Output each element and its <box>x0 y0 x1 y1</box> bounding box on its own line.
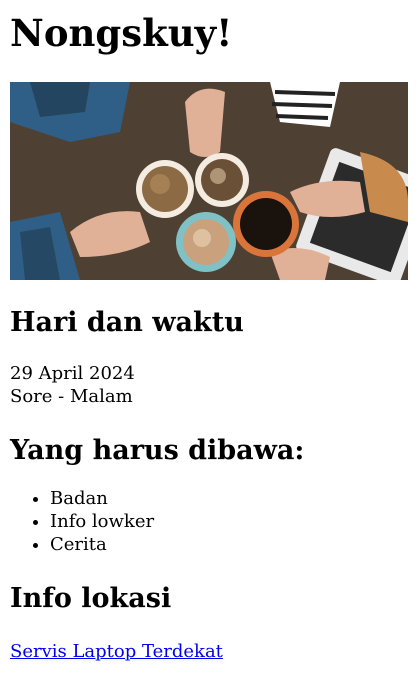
list-item: Info lowker <box>50 510 408 533</box>
bring-list: Badan Info lowker Cerita <box>10 487 408 556</box>
schedule-heading: Hari dan waktu <box>10 307 244 338</box>
page-title: Nongskuy! <box>10 11 233 55</box>
page-content: Nongskuy! Hari dan waktu 29 April 2024 S… <box>0 10 418 663</box>
bring-heading: Yang harus dibawa: <box>10 435 305 466</box>
list-item: Badan <box>50 487 408 510</box>
location-heading: Info lokasi <box>10 583 172 614</box>
event-time: Sore - Malam <box>10 386 133 407</box>
list-item: Cerita <box>50 533 408 556</box>
location-link-row: Servis Laptop Terdekat <box>10 640 408 663</box>
hero-image <box>10 82 408 280</box>
schedule-info: 29 April 2024 Sore - Malam <box>10 362 408 408</box>
coffee-cups-illustration <box>10 82 408 280</box>
event-date: 29 April 2024 <box>10 363 135 384</box>
location-link[interactable]: Servis Laptop Terdekat <box>10 641 223 662</box>
